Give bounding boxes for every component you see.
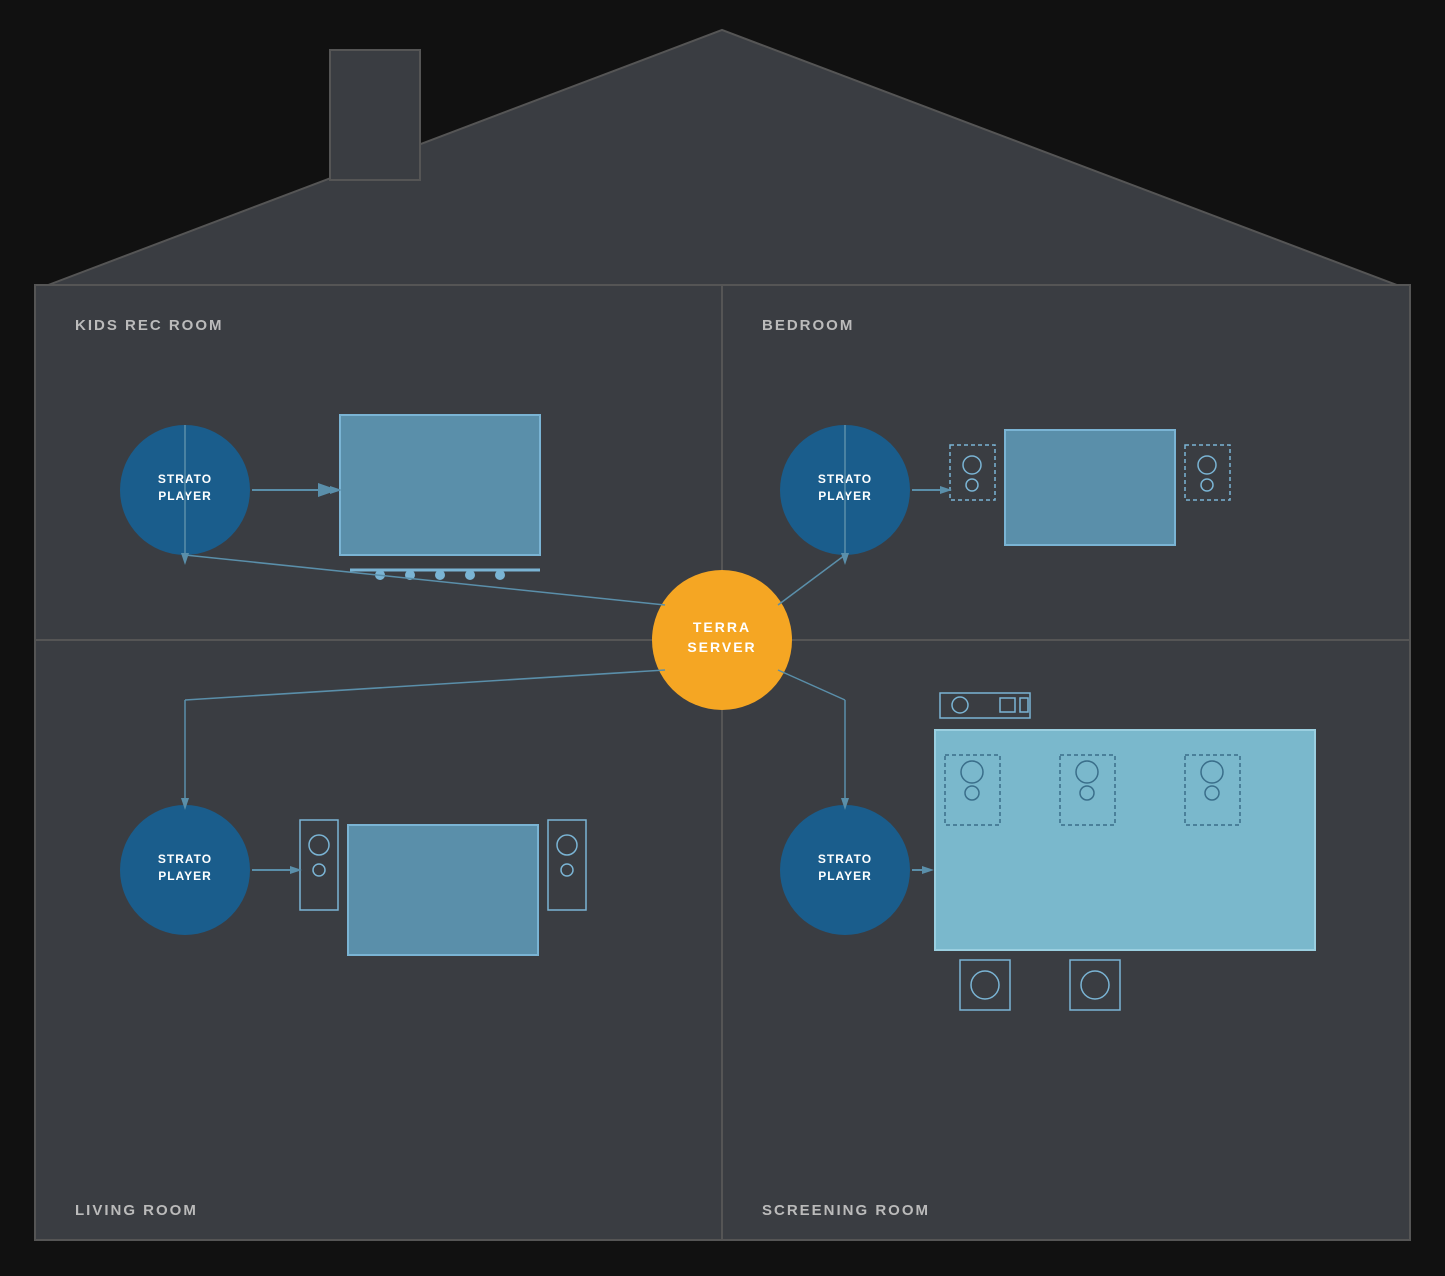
svg-text:PLAYER: PLAYER (158, 869, 212, 883)
svg-text:SCREENING ROOM: SCREENING ROOM (762, 1202, 930, 1219)
svg-text:STRATO: STRATO (818, 852, 872, 866)
svg-text:BEDROOM: BEDROOM (762, 317, 854, 334)
svg-text:SERVER: SERVER (687, 639, 756, 655)
main-container: KIDS REC ROOM BEDROOM LIVING ROOM SCREEN… (0, 0, 1445, 1276)
svg-text:PLAYER: PLAYER (818, 869, 872, 883)
svg-text:LIVING ROOM: LIVING ROOM (75, 1202, 198, 1219)
svg-text:KIDS REC ROOM: KIDS REC ROOM (75, 317, 224, 334)
svg-text:TERRA: TERRA (693, 619, 751, 635)
svg-text:STRATO: STRATO (158, 852, 212, 866)
